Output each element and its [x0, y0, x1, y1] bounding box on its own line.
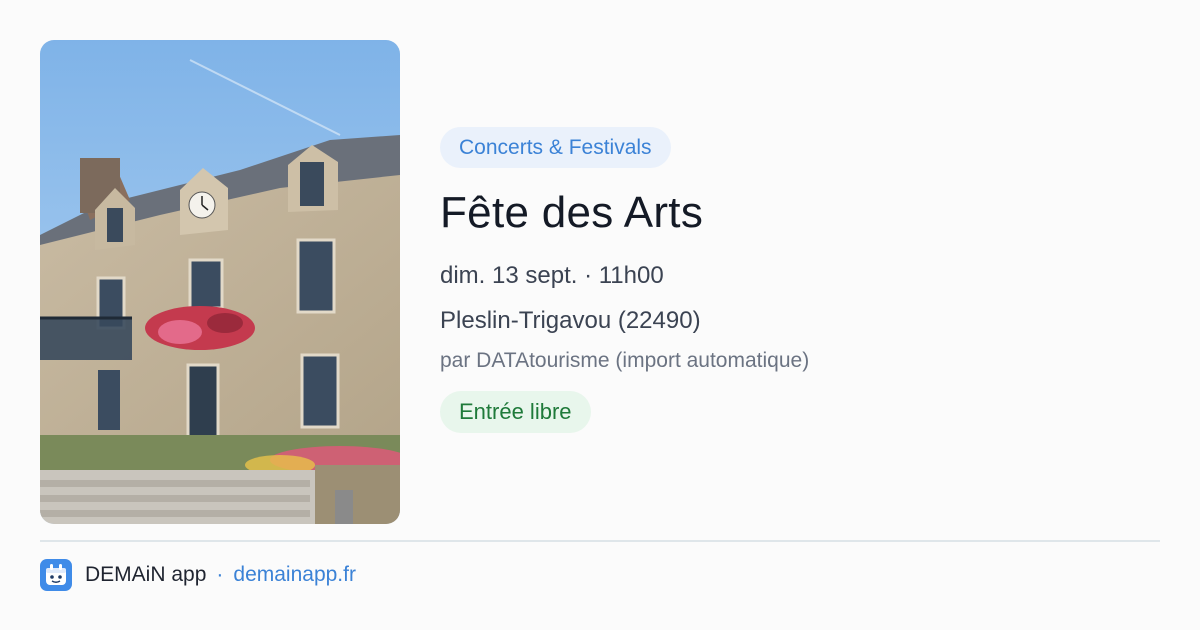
event-location: Pleslin-Trigavou (22490) — [440, 307, 701, 334]
demain-app-logo-icon — [40, 558, 72, 591]
footer: DEMAiN app · demainapp.fr — [40, 558, 356, 591]
footer-divider — [40, 540, 1160, 542]
event-title: Fête des Arts — [440, 188, 704, 237]
footer-separator: · — [216, 562, 224, 586]
category-chip[interactable]: Concerts & Festivals — [440, 127, 671, 168]
price-chip: Entrée libre — [440, 391, 591, 433]
event-organizer: par DATAtourisme (import automatique) — [440, 349, 810, 372]
event-datetime: dim. 13 sept. · 11h00 — [440, 262, 664, 289]
app-url-link[interactable]: demainapp.fr — [233, 563, 356, 587]
event-photo — [40, 40, 400, 524]
event-info: Concerts & Festivals Fête des Arts dim. … — [440, 127, 1160, 433]
event-share-card: Concerts & Festivals Fête des Arts dim. … — [0, 0, 1200, 630]
app-name: DEMAiN app — [85, 562, 207, 586]
